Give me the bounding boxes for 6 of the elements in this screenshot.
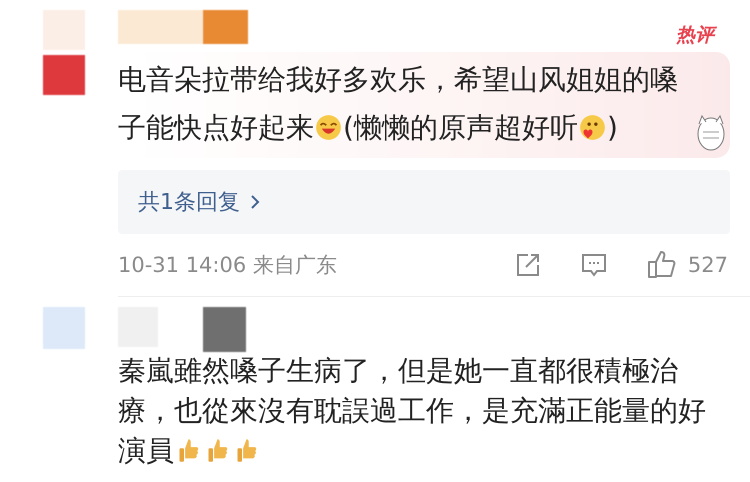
comment-time: 10-31 14:06 [118, 253, 246, 277]
like-button[interactable]: 527 [646, 249, 728, 281]
view-replies-link[interactable]: 共1条回复 [118, 170, 730, 234]
comment-text: 电音朵拉带给我好多欢乐，希望山风姐姐的嗓子能快点好起来 (懒懒的原声超好听 ) [118, 62, 679, 146]
comment-text: 秦嵐雖然嗓子生病了，但是她一直都很積極治療，也從來沒有耽誤過工作，是充滿正能量的好演員 [118, 353, 707, 469]
comment-location: 来自广东 [252, 252, 337, 279]
